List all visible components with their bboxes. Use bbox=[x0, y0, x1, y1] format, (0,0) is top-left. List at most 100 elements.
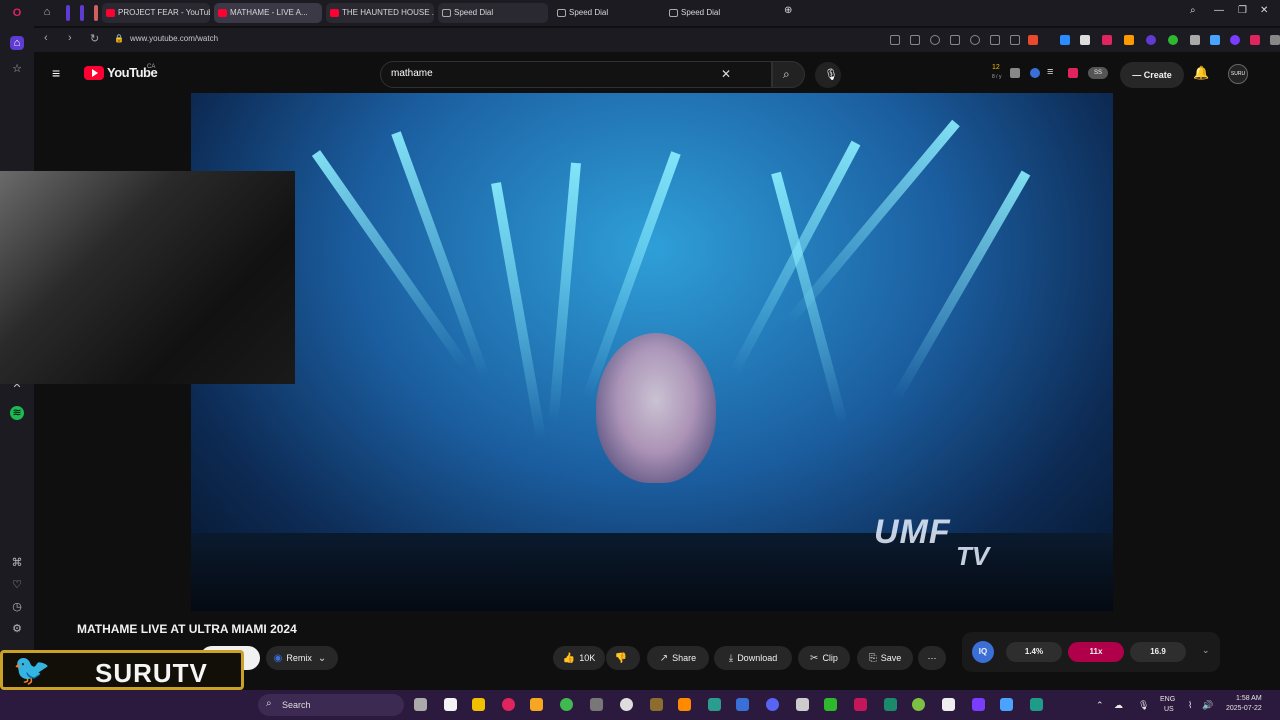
tab-mathame[interactable]: MATHAME - LIVE A... bbox=[214, 3, 322, 23]
tab-project-fear[interactable]: PROJECT FEAR - YouTube bbox=[102, 3, 210, 23]
taskbar-search[interactable]: ⌕ Search bbox=[258, 694, 404, 716]
file-explorer-icon[interactable] bbox=[472, 698, 485, 711]
region-indicator[interactable]: US bbox=[1164, 706, 1174, 713]
extension-icon[interactable] bbox=[1030, 68, 1040, 78]
search-button[interactable]: ⌕ bbox=[772, 61, 805, 88]
app-green-icon[interactable] bbox=[560, 698, 573, 711]
app-pink-icon[interactable] bbox=[854, 698, 867, 711]
extension-puzzle-icon[interactable] bbox=[1270, 35, 1280, 45]
clear-search-icon[interactable]: ✕ bbox=[721, 67, 731, 81]
extension-red-icon[interactable] bbox=[1102, 35, 1112, 45]
extension-icon[interactable] bbox=[890, 35, 900, 45]
capcut-icon[interactable] bbox=[942, 698, 955, 711]
speed-icon[interactable] bbox=[970, 35, 980, 45]
app-lime-icon[interactable] bbox=[912, 698, 925, 711]
app-sheet-icon[interactable] bbox=[1030, 698, 1043, 711]
extension-pink-icon[interactable] bbox=[1250, 35, 1260, 45]
avatar[interactable]: SURU bbox=[1228, 64, 1248, 84]
search-input[interactable] bbox=[391, 68, 691, 79]
stats-logo-icon[interactable]: IQ bbox=[972, 641, 994, 663]
minimize-icon[interactable]: — bbox=[1214, 5, 1224, 16]
task-view-icon[interactable] bbox=[414, 698, 427, 711]
download-button[interactable]: ⤓ Download bbox=[714, 646, 792, 670]
app-green-square-icon[interactable] bbox=[824, 698, 837, 711]
snapshot-icon[interactable] bbox=[910, 35, 920, 45]
remix-button[interactable]: ◉ Remix ⌄ bbox=[266, 646, 338, 670]
video-player[interactable]: UMF TV bbox=[191, 93, 1113, 611]
vlc-icon[interactable] bbox=[678, 698, 691, 711]
app-settings-icon[interactable] bbox=[796, 698, 809, 711]
tab-tools-icon[interactable]: ⌂ bbox=[40, 5, 54, 19]
voice-search-button[interactable]: 🎙 bbox=[815, 62, 841, 88]
language-indicator[interactable]: ENG bbox=[1160, 696, 1175, 703]
player-icon[interactable] bbox=[950, 35, 960, 45]
clock-time[interactable]: 1:58 AM bbox=[1236, 695, 1262, 702]
cloud-icon[interactable]: ☁ bbox=[1114, 700, 1123, 711]
download-icon[interactable] bbox=[990, 35, 1000, 45]
tray-mic-icon[interactable]: 🎙 bbox=[1138, 700, 1149, 711]
tray-chevron-icon[interactable]: ⌃ bbox=[1096, 700, 1104, 711]
extension-grey-icon[interactable] bbox=[1190, 35, 1200, 45]
app-teal-icon[interactable] bbox=[708, 698, 721, 711]
save-button[interactable]: ⎘ Save bbox=[857, 646, 913, 670]
extension-purple-icon[interactable] bbox=[1146, 35, 1156, 45]
app-dark-teal-icon[interactable] bbox=[884, 698, 897, 711]
opera-taskbar-icon[interactable] bbox=[502, 698, 515, 711]
vpn-icon[interactable] bbox=[930, 35, 940, 45]
app-violet-icon[interactable] bbox=[972, 698, 985, 711]
discord-icon[interactable] bbox=[766, 698, 779, 711]
volume-icon[interactable]: 🔊 bbox=[1202, 700, 1213, 711]
extension-icon[interactable] bbox=[1068, 68, 1078, 78]
app-grey-icon[interactable] bbox=[590, 698, 603, 711]
reload-icon[interactable]: ↻ bbox=[90, 32, 99, 45]
tab-speed-dial-2[interactable]: Speed Dial bbox=[553, 3, 661, 23]
sponsor-block-icon[interactable]: SS bbox=[1088, 67, 1108, 79]
dislike-button[interactable]: 👎 bbox=[606, 646, 640, 670]
app-brown-icon[interactable] bbox=[650, 698, 663, 711]
settings-gear-icon[interactable]: ⚙ bbox=[10, 622, 24, 636]
create-button[interactable]: — Create bbox=[1120, 62, 1184, 88]
chevron-down-icon[interactable]: ⌄ bbox=[1202, 645, 1210, 656]
extension-blue-icon[interactable] bbox=[1060, 35, 1070, 45]
extension-green-icon[interactable] bbox=[1168, 35, 1178, 45]
network-icon[interactable]: ⌇ bbox=[1188, 700, 1192, 711]
back-icon[interactable]: ‹ bbox=[44, 32, 48, 44]
extensions-icon[interactable]: ⌘ bbox=[10, 556, 24, 570]
app-blue-icon[interactable] bbox=[736, 698, 749, 711]
new-tab-icon[interactable]: ⊕ bbox=[784, 5, 792, 16]
app-bolt-icon[interactable] bbox=[530, 698, 543, 711]
history-clock-icon[interactable]: ◷ bbox=[10, 600, 24, 614]
paint-icon[interactable] bbox=[1010, 35, 1020, 45]
rss-icon[interactable] bbox=[1124, 35, 1134, 45]
clock-date[interactable]: 2025-07-22 bbox=[1226, 705, 1262, 712]
more-actions-button[interactable]: ⋯ bbox=[918, 646, 946, 670]
favorites-heart-icon[interactable]: ♡ bbox=[10, 578, 24, 592]
app-sky-icon[interactable] bbox=[1000, 698, 1013, 711]
search-tabs-icon[interactable]: ⌕ bbox=[1190, 5, 1196, 16]
close-window-icon[interactable]: ✕ bbox=[1260, 5, 1268, 16]
tab-speed-dial-1[interactable]: Speed Dial bbox=[438, 3, 548, 23]
chrome-icon[interactable] bbox=[620, 698, 633, 711]
translate-icon[interactable] bbox=[1210, 35, 1220, 45]
tab-haunted-house[interactable]: THE HAUNTED HOUSE ... bbox=[326, 3, 434, 23]
hamburger-menu-icon[interactable]: ≡ bbox=[52, 65, 60, 81]
home-icon[interactable]: ⌂ bbox=[10, 36, 24, 50]
opera-logo-icon[interactable]: O bbox=[10, 6, 24, 20]
url-field[interactable]: www.youtube.com/watch bbox=[130, 34, 218, 43]
tab-speed-dial-3[interactable]: Speed Dial bbox=[665, 3, 773, 23]
clip-button[interactable]: ✂ Clip bbox=[798, 646, 850, 670]
queue-list-icon[interactable]: ≡ bbox=[1047, 66, 1053, 78]
extension-counter-icon[interactable] bbox=[1080, 35, 1090, 45]
extension-violet-icon[interactable] bbox=[1230, 35, 1240, 45]
profile-s-icon[interactable] bbox=[1028, 35, 1038, 45]
extension-icon[interactable] bbox=[1010, 68, 1020, 78]
store-icon[interactable] bbox=[444, 698, 457, 711]
spotify-icon[interactable]: ≋ bbox=[10, 406, 24, 420]
forward-icon[interactable]: › bbox=[68, 32, 72, 44]
like-button[interactable]: 👍 10K bbox=[553, 646, 605, 670]
youtube-logo-icon[interactable] bbox=[84, 66, 104, 80]
aria-icon[interactable]: ☆ bbox=[10, 62, 24, 76]
notifications-bell-icon[interactable]: 🔔 bbox=[1193, 65, 1209, 81]
maximize-icon[interactable]: ❐ bbox=[1238, 5, 1247, 16]
share-button[interactable]: ↗ Share bbox=[647, 646, 709, 670]
